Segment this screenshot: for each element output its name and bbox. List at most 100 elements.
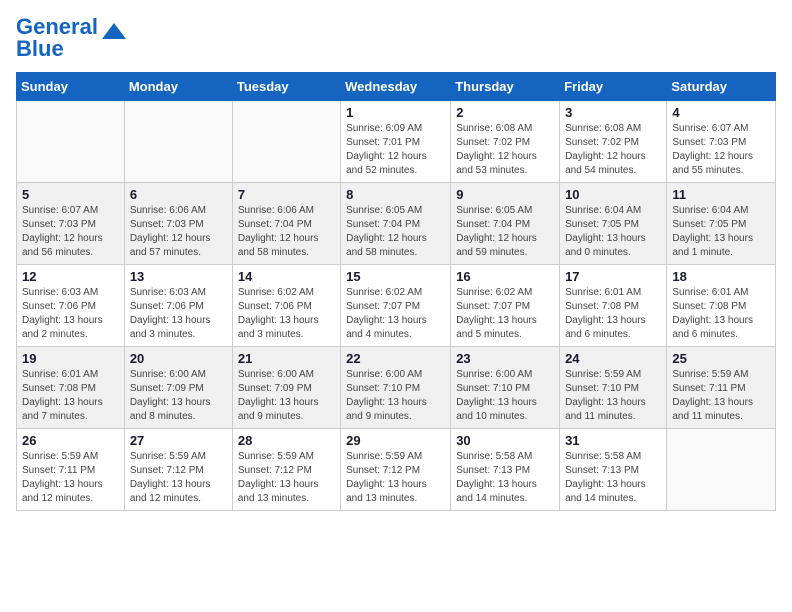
day-number: 7 bbox=[238, 187, 335, 202]
calendar-day-cell: 27 Sunrise: 5:59 AM Sunset: 7:12 PM Dayli… bbox=[124, 429, 232, 511]
day-info: Sunrise: 5:59 AM Sunset: 7:10 PM Dayligh… bbox=[565, 368, 661, 424]
day-info: Sunrise: 6:00 AM Sunset: 7:10 PM Dayligh… bbox=[456, 368, 554, 424]
calendar-day-cell bbox=[124, 101, 232, 183]
calendar-day-cell: 29 Sunrise: 5:59 AM Sunset: 7:12 PM Dayli… bbox=[341, 429, 451, 511]
calendar-day-cell: 22 Sunrise: 6:00 AM Sunset: 7:10 PM Dayli… bbox=[341, 347, 451, 429]
day-number: 5 bbox=[22, 187, 119, 202]
calendar-week-row: 5 Sunrise: 6:07 AM Sunset: 7:03 PM Daylig… bbox=[17, 183, 776, 265]
calendar-day-cell: 3 Sunrise: 6:08 AM Sunset: 7:02 PM Daylig… bbox=[560, 101, 667, 183]
day-number: 22 bbox=[346, 351, 445, 366]
calendar-table: SundayMondayTuesdayWednesdayThursdayFrid… bbox=[16, 72, 776, 511]
day-info: Sunrise: 6:07 AM Sunset: 7:03 PM Dayligh… bbox=[672, 122, 770, 178]
day-number: 26 bbox=[22, 433, 119, 448]
calendar-day-cell: 9Sunrise: 6:05 AM Sunset: 7:04 PM Daylig… bbox=[451, 183, 560, 265]
calendar-day-cell: 17Sunrise: 6:01 AM Sunset: 7:08 PM Dayli… bbox=[560, 265, 667, 347]
day-number: 9 bbox=[456, 187, 554, 202]
day-number: 16 bbox=[456, 269, 554, 284]
day-info: Sunrise: 6:05 AM Sunset: 7:04 PM Dayligh… bbox=[346, 204, 445, 260]
calendar-week-row: 12 Sunrise: 6:03 AM Sunset: 7:06 PM Dayli… bbox=[17, 265, 776, 347]
weekday-header: Friday bbox=[560, 73, 667, 101]
day-number: 19 bbox=[22, 351, 119, 366]
page-header: General Blue bbox=[16, 16, 776, 60]
calendar-day-cell: 28 Sunrise: 5:59 AM Sunset: 7:12 PM Dayli… bbox=[232, 429, 340, 511]
calendar-day-cell: 13Sunrise: 6:03 AM Sunset: 7:06 PM Dayli… bbox=[124, 265, 232, 347]
weekday-header: Wednesday bbox=[341, 73, 451, 101]
weekday-header: Thursday bbox=[451, 73, 560, 101]
logo-text: General Blue bbox=[16, 16, 98, 60]
calendar-week-row: 26 Sunrise: 5:59 AM Sunset: 7:11 PM Dayli… bbox=[17, 429, 776, 511]
calendar-day-cell: 16 Sunrise: 6:02 AM Sunset: 7:07 PM Dayli… bbox=[451, 265, 560, 347]
day-info: Sunrise: 6:00 AM Sunset: 7:09 PM Dayligh… bbox=[238, 368, 335, 424]
calendar-day-cell: 11Sunrise: 6:04 AM Sunset: 7:05 PM Dayli… bbox=[667, 183, 776, 265]
day-info: Sunrise: 6:00 AM Sunset: 7:09 PM Dayligh… bbox=[130, 368, 227, 424]
calendar-day-cell: 19 Sunrise: 6:01 AM Sunset: 7:08 PM Dayli… bbox=[17, 347, 125, 429]
day-info: Sunrise: 6:04 AM Sunset: 7:05 PM Dayligh… bbox=[565, 204, 661, 260]
day-number: 24 bbox=[565, 351, 661, 366]
day-number: 3 bbox=[565, 105, 661, 120]
calendar-day-cell: 6Sunrise: 6:06 AM Sunset: 7:03 PM Daylig… bbox=[124, 183, 232, 265]
day-number: 10 bbox=[565, 187, 661, 202]
day-info: Sunrise: 6:07 AM Sunset: 7:03 PM Dayligh… bbox=[22, 204, 119, 260]
calendar-day-cell bbox=[232, 101, 340, 183]
day-info: Sunrise: 6:06 AM Sunset: 7:04 PM Dayligh… bbox=[238, 204, 335, 260]
day-info: Sunrise: 5:59 AM Sunset: 7:12 PM Dayligh… bbox=[238, 450, 335, 506]
calendar-day-cell: 30 Sunrise: 5:58 AM Sunset: 7:13 PM Dayli… bbox=[451, 429, 560, 511]
calendar-day-cell: 26 Sunrise: 5:59 AM Sunset: 7:11 PM Dayli… bbox=[17, 429, 125, 511]
day-number: 4 bbox=[672, 105, 770, 120]
day-info: Sunrise: 5:59 AM Sunset: 7:11 PM Dayligh… bbox=[22, 450, 119, 506]
calendar-day-cell: 15 Sunrise: 6:02 AM Sunset: 7:07 PM Dayli… bbox=[341, 265, 451, 347]
day-info: Sunrise: 6:08 AM Sunset: 7:02 PM Dayligh… bbox=[456, 122, 554, 178]
day-info: Sunrise: 5:59 AM Sunset: 7:11 PM Dayligh… bbox=[672, 368, 770, 424]
calendar-day-cell: 24 Sunrise: 5:59 AM Sunset: 7:10 PM Dayli… bbox=[560, 347, 667, 429]
day-info: Sunrise: 6:02 AM Sunset: 7:07 PM Dayligh… bbox=[456, 286, 554, 342]
day-number: 27 bbox=[130, 433, 227, 448]
day-number: 8 bbox=[346, 187, 445, 202]
day-number: 30 bbox=[456, 433, 554, 448]
calendar-day-cell: 14Sunrise: 6:02 AM Sunset: 7:06 PM Dayli… bbox=[232, 265, 340, 347]
calendar-week-row: 19 Sunrise: 6:01 AM Sunset: 7:08 PM Dayli… bbox=[17, 347, 776, 429]
calendar-day-cell bbox=[667, 429, 776, 511]
weekday-header: Sunday bbox=[17, 73, 125, 101]
calendar-day-cell: 4 Sunrise: 6:07 AM Sunset: 7:03 PM Daylig… bbox=[667, 101, 776, 183]
calendar-day-cell: 23 Sunrise: 6:00 AM Sunset: 7:10 PM Dayli… bbox=[451, 347, 560, 429]
day-number: 11 bbox=[672, 187, 770, 202]
logo-icon bbox=[100, 19, 128, 47]
logo: General Blue bbox=[16, 16, 128, 60]
day-number: 15 bbox=[346, 269, 445, 284]
day-info: Sunrise: 5:59 AM Sunset: 7:12 PM Dayligh… bbox=[346, 450, 445, 506]
day-info: Sunrise: 5:58 AM Sunset: 7:13 PM Dayligh… bbox=[456, 450, 554, 506]
day-number: 28 bbox=[238, 433, 335, 448]
day-info: Sunrise: 6:01 AM Sunset: 7:08 PM Dayligh… bbox=[22, 368, 119, 424]
calendar-header-row: SundayMondayTuesdayWednesdayThursdayFrid… bbox=[17, 73, 776, 101]
calendar-day-cell: 8 Sunrise: 6:05 AM Sunset: 7:04 PM Daylig… bbox=[341, 183, 451, 265]
day-number: 23 bbox=[456, 351, 554, 366]
day-number: 1 bbox=[346, 105, 445, 120]
day-number: 29 bbox=[346, 433, 445, 448]
day-number: 17 bbox=[565, 269, 661, 284]
calendar-week-row: 1 Sunrise: 6:09 AM Sunset: 7:01 PM Daylig… bbox=[17, 101, 776, 183]
calendar-day-cell: 5 Sunrise: 6:07 AM Sunset: 7:03 PM Daylig… bbox=[17, 183, 125, 265]
calendar-day-cell bbox=[17, 101, 125, 183]
day-number: 21 bbox=[238, 351, 335, 366]
weekday-header: Tuesday bbox=[232, 73, 340, 101]
day-number: 12 bbox=[22, 269, 119, 284]
calendar-day-cell: 25Sunrise: 5:59 AM Sunset: 7:11 PM Dayli… bbox=[667, 347, 776, 429]
day-info: Sunrise: 6:00 AM Sunset: 7:10 PM Dayligh… bbox=[346, 368, 445, 424]
calendar-day-cell: 20 Sunrise: 6:00 AM Sunset: 7:09 PM Dayli… bbox=[124, 347, 232, 429]
day-number: 20 bbox=[130, 351, 227, 366]
day-info: Sunrise: 5:59 AM Sunset: 7:12 PM Dayligh… bbox=[130, 450, 227, 506]
day-number: 18 bbox=[672, 269, 770, 284]
day-info: Sunrise: 6:01 AM Sunset: 7:08 PM Dayligh… bbox=[672, 286, 770, 342]
day-info: Sunrise: 6:03 AM Sunset: 7:06 PM Dayligh… bbox=[22, 286, 119, 342]
day-info: Sunrise: 6:09 AM Sunset: 7:01 PM Dayligh… bbox=[346, 122, 445, 178]
day-number: 13 bbox=[130, 269, 227, 284]
calendar-day-cell: 10 Sunrise: 6:04 AM Sunset: 7:05 PM Dayli… bbox=[560, 183, 667, 265]
calendar-day-cell: 1 Sunrise: 6:09 AM Sunset: 7:01 PM Daylig… bbox=[341, 101, 451, 183]
day-number: 6 bbox=[130, 187, 227, 202]
day-info: Sunrise: 6:02 AM Sunset: 7:07 PM Dayligh… bbox=[346, 286, 445, 342]
calendar-day-cell: 7 Sunrise: 6:06 AM Sunset: 7:04 PM Daylig… bbox=[232, 183, 340, 265]
day-info: Sunrise: 6:08 AM Sunset: 7:02 PM Dayligh… bbox=[565, 122, 661, 178]
calendar-day-cell: 2Sunrise: 6:08 AM Sunset: 7:02 PM Daylig… bbox=[451, 101, 560, 183]
calendar-day-cell: 18 Sunrise: 6:01 AM Sunset: 7:08 PM Dayli… bbox=[667, 265, 776, 347]
weekday-header: Monday bbox=[124, 73, 232, 101]
